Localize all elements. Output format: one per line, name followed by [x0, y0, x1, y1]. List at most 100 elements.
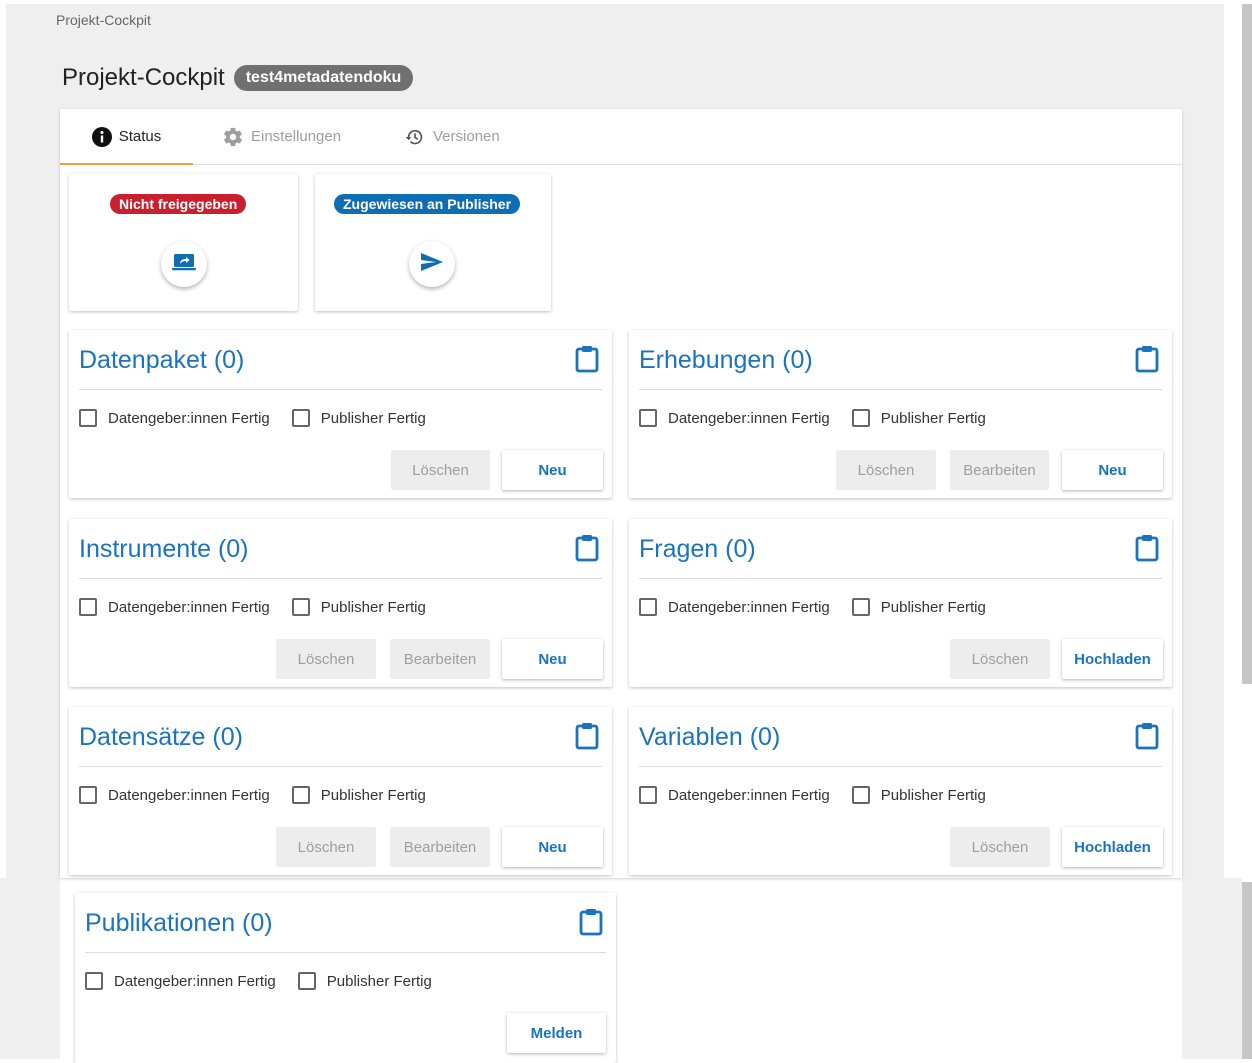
delete-button[interactable]: Löschen [950, 639, 1050, 679]
publisher-done-checkbox[interactable] [851, 786, 870, 804]
checkbox-row: Datengeber:innen Fertig Publisher Fertig [639, 598, 1008, 616]
divider [79, 389, 602, 390]
data-provider-done-label: Datengeber:innen Fertig [108, 786, 270, 804]
divider [79, 766, 602, 767]
release-button[interactable] [161, 241, 207, 287]
data-provider-done-label: Datengeber:innen Fertig [668, 786, 830, 804]
delete-button[interactable]: Löschen [836, 450, 936, 490]
new-button[interactable]: Neu [502, 639, 603, 679]
section-erhebungen: Erhebungen (0) Datengeber:innen Fertig P… [629, 330, 1172, 498]
publisher-done-label: Publisher Fertig [880, 598, 986, 616]
data-provider-done-label: Datengeber:innen Fertig [668, 409, 830, 427]
edit-button[interactable]: Bearbeiten [950, 450, 1049, 490]
data-provider-done-checkbox[interactable] [639, 409, 657, 427]
publisher-done-checkbox[interactable] [291, 409, 310, 427]
publisher-done-label: Publisher Fertig [880, 786, 986, 804]
data-provider-done-label: Datengeber:innen Fertig [668, 598, 830, 616]
data-provider-done-checkbox[interactable] [79, 598, 97, 616]
publisher-done-label: Publisher Fertig [326, 972, 432, 990]
publisher-done-checkbox[interactable] [851, 409, 870, 427]
clipboard-icon[interactable] [1134, 722, 1160, 755]
status-badge-not-released: Nicht freigegeben [110, 194, 247, 214]
divider [639, 766, 1162, 767]
tab-einstellungen-label: Einstellungen [251, 128, 342, 145]
data-provider-done-checkbox[interactable] [79, 409, 97, 427]
page-background-left [0, 878, 60, 1059]
status-badge-assigned: Zugewiesen an Publisher [334, 194, 521, 214]
tab-bar: Status Einstellungen Versionen [60, 109, 1182, 165]
publisher-done-label: Publisher Fertig [880, 409, 986, 427]
tab-status-label: Status [118, 128, 162, 145]
clipboard-icon[interactable] [574, 345, 600, 378]
send-icon [420, 252, 444, 277]
data-provider-done-checkbox[interactable] [639, 786, 657, 804]
checkbox-row: Datengeber:innen Fertig Publisher Fertig [639, 409, 1008, 427]
new-button[interactable]: Neu [1062, 450, 1163, 490]
gear-icon [222, 126, 244, 148]
section-title: Instrumente (0) [79, 535, 249, 563]
delete-button[interactable]: Löschen [391, 450, 490, 490]
checkbox-row: Datengeber:innen Fertig Publisher Fertig [79, 409, 448, 427]
section-datenpaket: Datenpaket (0) Datengeber:innen Fertig P… [69, 330, 612, 498]
section-title: Fragen (0) [639, 535, 756, 563]
publisher-done-label: Publisher Fertig [320, 409, 426, 427]
tab-versionen[interactable]: Versionen [404, 109, 500, 164]
section-variablen: Variablen (0) Datengeber:innen Fertig Pu… [629, 707, 1172, 875]
section-title: Datensätze (0) [79, 723, 243, 751]
publisher-done-checkbox[interactable] [291, 786, 310, 804]
delete-button[interactable]: Löschen [950, 827, 1050, 867]
info-icon [91, 126, 112, 147]
assign-button[interactable] [409, 241, 455, 287]
section-title: Publikationen (0) [85, 909, 273, 937]
edit-button[interactable]: Bearbeiten [390, 827, 490, 867]
checkbox-row: Datengeber:innen Fertig Publisher Fertig [79, 786, 448, 804]
data-provider-done-checkbox[interactable] [639, 598, 657, 616]
edit-button[interactable]: Bearbeiten [390, 639, 490, 679]
publisher-done-checkbox[interactable] [297, 972, 316, 990]
section-title: Datenpaket (0) [79, 346, 245, 374]
clipboard-icon[interactable] [1134, 345, 1160, 378]
data-provider-done-checkbox[interactable] [79, 786, 97, 804]
data-provider-done-label: Datengeber:innen Fertig [114, 972, 276, 990]
project-chip: test4metadatendoku [233, 65, 414, 91]
breadcrumb[interactable]: Projekt-Cockpit [56, 12, 151, 28]
section-publikationen: Publikationen (0) Datengeber:innen Ferti… [75, 893, 616, 1063]
divider [639, 389, 1162, 390]
divider [79, 578, 602, 579]
delete-button[interactable]: Löschen [276, 639, 376, 679]
scrollbar-lower[interactable] [1242, 882, 1252, 1059]
tab-einstellungen[interactable]: Einstellungen [222, 109, 341, 164]
delete-button[interactable]: Löschen [276, 827, 376, 867]
clipboard-icon[interactable] [578, 908, 604, 941]
publisher-done-checkbox[interactable] [851, 598, 870, 616]
upload-button[interactable]: Hochladen [1062, 639, 1163, 679]
checkbox-row: Datengeber:innen Fertig Publisher Fertig [79, 598, 448, 616]
new-button[interactable]: Neu [502, 450, 603, 490]
clipboard-icon[interactable] [574, 722, 600, 755]
divider [639, 578, 1162, 579]
history-icon [404, 126, 426, 148]
new-button[interactable]: Neu [502, 827, 603, 867]
section-datensaetze: Datensätze (0) Datengeber:innen Fertig P… [69, 707, 612, 875]
upload-button[interactable]: Hochladen [1062, 827, 1163, 867]
publisher-done-label: Publisher Fertig [320, 598, 426, 616]
section-title: Erhebungen (0) [639, 346, 813, 374]
section-instrumente: Instrumente (0) Datengeber:innen Fertig … [69, 519, 612, 687]
publisher-done-checkbox[interactable] [291, 598, 310, 616]
publish-screen-icon [172, 252, 196, 277]
section-fragen: Fragen (0) Datengeber:innen Fertig Publi… [629, 519, 1172, 687]
divider [85, 952, 606, 953]
section-title: Variablen (0) [639, 723, 781, 751]
page-header: Projekt-Cockpit test4metadatendoku [62, 64, 414, 92]
data-provider-done-label: Datengeber:innen Fertig [108, 598, 270, 616]
tab-status[interactable]: Status [60, 109, 193, 165]
publisher-done-label: Publisher Fertig [320, 786, 426, 804]
clipboard-icon[interactable] [1134, 534, 1160, 567]
report-button[interactable]: Melden [507, 1013, 606, 1053]
clipboard-icon[interactable] [574, 534, 600, 567]
checkbox-row: Datengeber:innen Fertig Publisher Fertig [639, 786, 1008, 804]
scrollbar[interactable] [1242, 4, 1252, 684]
data-provider-done-checkbox[interactable] [85, 972, 103, 990]
data-provider-done-label: Datengeber:innen Fertig [108, 409, 270, 427]
page-title: Projekt-Cockpit [62, 64, 225, 91]
